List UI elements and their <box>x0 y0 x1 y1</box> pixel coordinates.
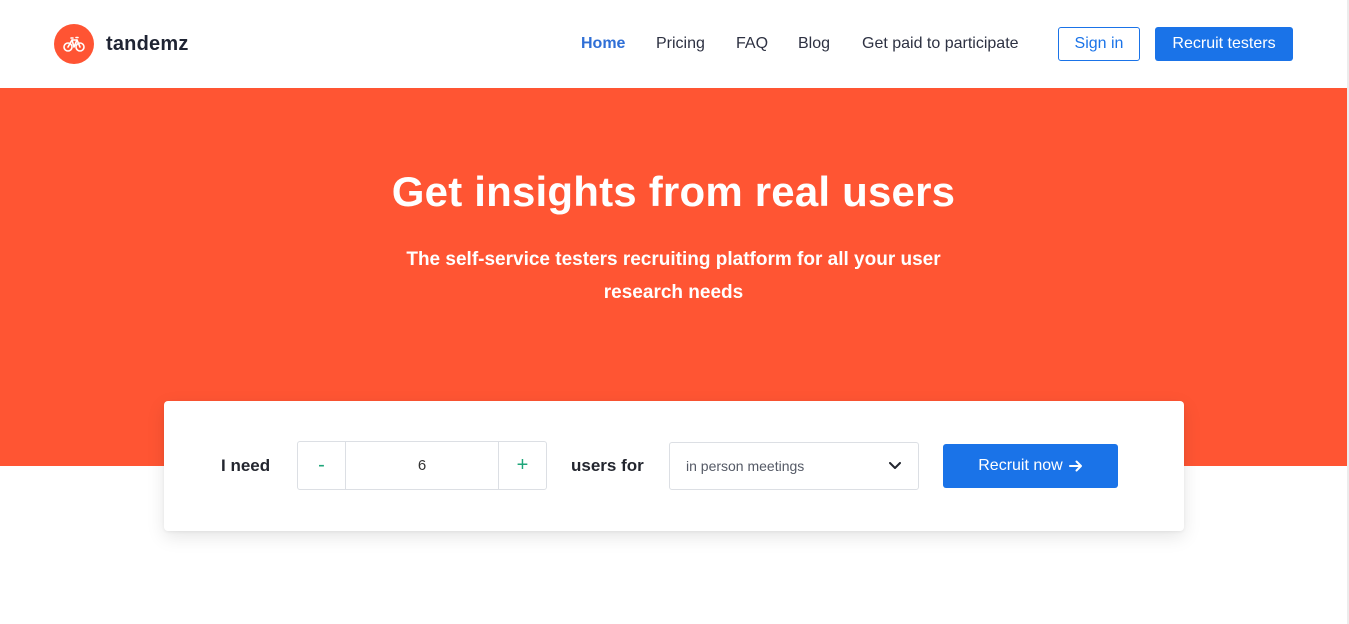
purpose-select-value: in person meetings <box>686 458 805 474</box>
nav-get-paid[interactable]: Get paid to participate <box>862 35 1019 53</box>
nav-faq[interactable]: FAQ <box>736 35 768 53</box>
hero-title: Get insights from real users <box>391 168 956 215</box>
i-need-label: I need <box>221 456 271 475</box>
site-header: tandemz Home Pricing FAQ Blog Get paid t… <box>0 0 1349 88</box>
nav-pricing[interactable]: Pricing <box>656 35 705 53</box>
users-for-label: users for <box>571 456 644 475</box>
hero-subtitle: The self-service testers recruiting plat… <box>406 249 941 303</box>
nav-home[interactable]: Home <box>581 35 625 53</box>
brand-name: tandemz <box>106 32 189 55</box>
sign-in-button[interactable]: Sign in <box>1058 27 1140 61</box>
bicycle-icon <box>54 24 94 64</box>
brand-logo[interactable]: tandemz <box>54 24 189 64</box>
quantity-stepper: - 6 + <box>297 441 547 490</box>
quantity-input[interactable]: 6 <box>346 442 498 489</box>
recruit-testers-button[interactable]: Recruit testers <box>1155 27 1293 61</box>
arrow-right-icon <box>1068 460 1083 472</box>
recruit-now-button[interactable]: Recruit now <box>943 444 1118 488</box>
nav-blog[interactable]: Blog <box>798 35 830 53</box>
recruit-card: I need - 6 + users for in person meeting… <box>164 401 1184 531</box>
decrement-button[interactable]: - <box>298 442 346 489</box>
chevron-down-icon <box>888 459 902 473</box>
recruit-now-label: Recruit now <box>978 457 1063 474</box>
increment-button[interactable]: + <box>498 442 546 489</box>
purpose-select[interactable]: in person meetings <box>669 442 919 490</box>
